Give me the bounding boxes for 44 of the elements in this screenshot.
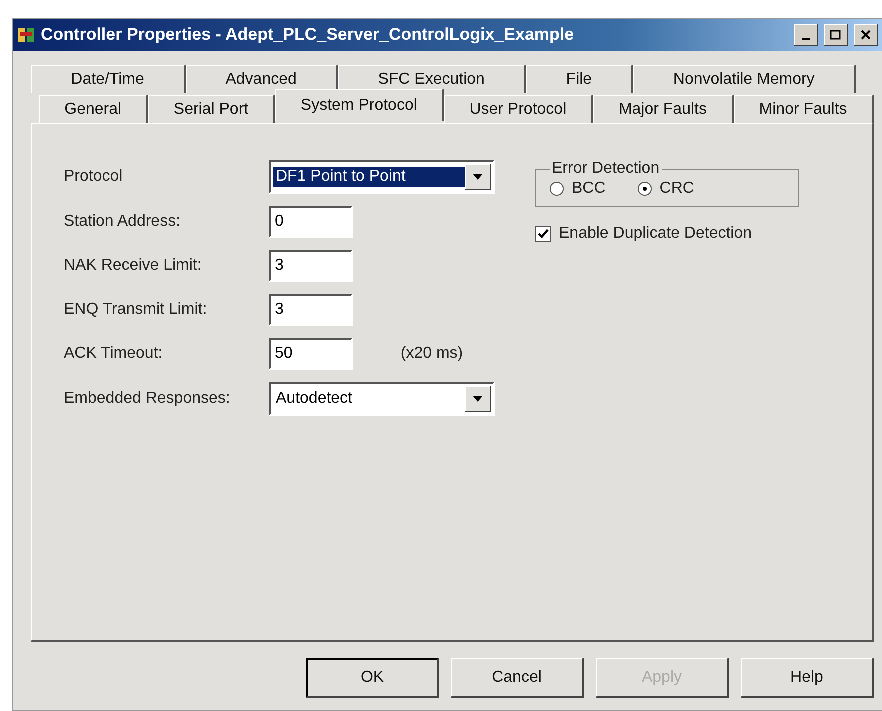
field-label: ENQ Transmit Limit: — [64, 301, 208, 319]
field-label: Embedded Responses: — [64, 390, 232, 408]
close-button[interactable] — [854, 24, 878, 46]
input-field[interactable]: 3 — [269, 294, 353, 326]
tab[interactable]: General — [39, 95, 148, 123]
input-field[interactable]: 50 — [269, 338, 353, 370]
field-label: ACK Timeout: — [64, 345, 164, 363]
input-field[interactable]: 0 — [269, 206, 353, 238]
close-icon — [861, 30, 871, 40]
unit-label: (x20 ms) — [400, 345, 464, 363]
field-label: NAK Receive Limit: — [64, 257, 203, 275]
tab[interactable]: SFC Execution — [338, 65, 526, 93]
app-icon — [17, 26, 35, 44]
field-label: Station Address: — [64, 213, 182, 231]
dialog-button[interactable]: OK — [306, 658, 439, 698]
caret-icon — [473, 174, 483, 180]
tab[interactable]: User Protocol — [444, 95, 594, 123]
radio-button[interactable] — [638, 182, 652, 196]
tab[interactable]: Minor Faults — [734, 95, 874, 123]
tab[interactable]: Major Faults — [593, 95, 734, 123]
tab[interactable]: Date/Time — [31, 65, 186, 93]
input-field[interactable]: 3 — [269, 250, 353, 282]
maximize-button[interactable] — [824, 24, 848, 46]
field-label: Protocol — [64, 168, 124, 186]
tab[interactable]: File — [526, 65, 634, 93]
dropdown[interactable]: Autodetect — [269, 382, 495, 416]
tab[interactable]: Serial Port — [148, 95, 276, 123]
checkbox[interactable] — [535, 226, 551, 242]
maximize-icon — [830, 30, 842, 40]
checkbox-label: Enable Duplicate Detection — [559, 225, 752, 243]
caret-icon — [473, 396, 483, 402]
tab[interactable]: Nonvolatile Memory — [633, 65, 856, 93]
dropdown[interactable]: DF1 Point to Point — [269, 160, 495, 194]
dialog-button[interactable]: Help — [741, 658, 874, 698]
radio-label: BCC — [572, 180, 606, 198]
minimize-icon — [802, 38, 810, 40]
radio-button[interactable] — [550, 182, 564, 196]
group-title: Error Detection — [551, 160, 661, 178]
minimize-button[interactable] — [794, 24, 818, 46]
tab[interactable]: System Protocol — [275, 89, 444, 121]
tab[interactable]: Advanced — [186, 65, 338, 93]
radio-label: CRC — [660, 180, 694, 198]
dialog-button[interactable]: Cancel — [451, 658, 584, 698]
window-title: Controller Properties - Adept_PLC_Server_ControlLogix_Example — [41, 25, 576, 45]
